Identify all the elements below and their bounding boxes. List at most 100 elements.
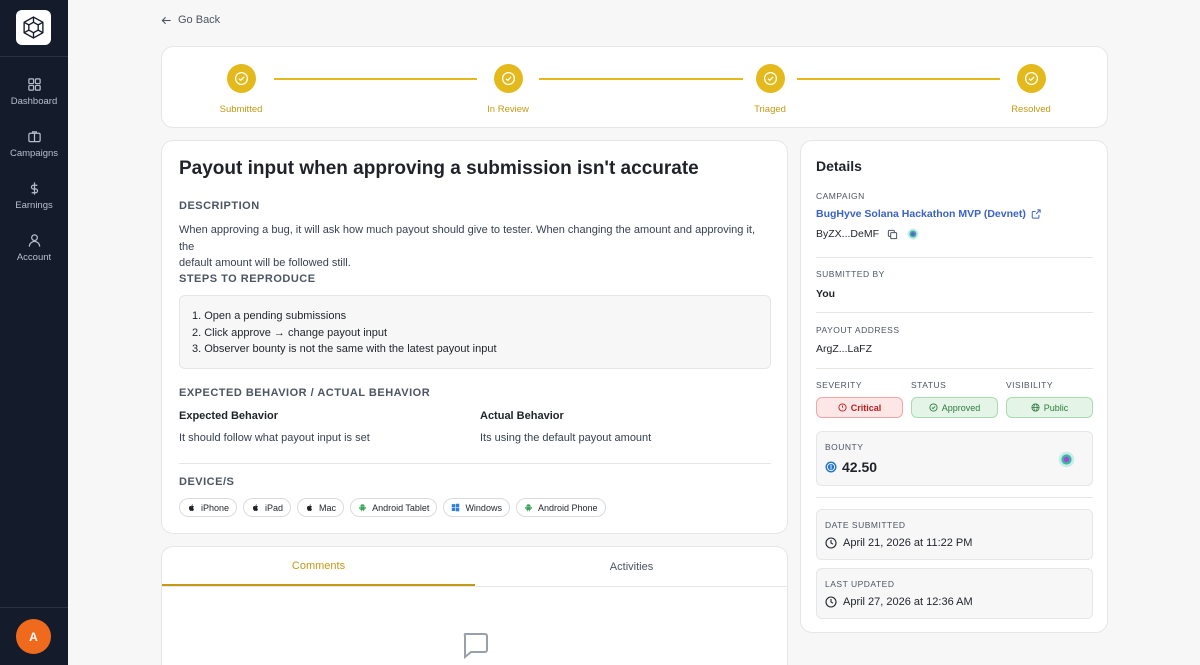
steps-heading: STEPS TO REPRODUCE: [179, 273, 316, 285]
step-connector: [274, 78, 477, 80]
campaign-label: CAMPAIGN: [816, 191, 865, 201]
device-label: Mac: [319, 502, 337, 513]
severity-badge: Critical: [816, 397, 903, 418]
status-value: Approved: [941, 402, 981, 413]
alert-circle-icon: [838, 403, 847, 412]
device-chip-android-phone[interactable]: Android Phone: [515, 498, 606, 517]
apple-icon: [188, 504, 194, 511]
device-label: iPad: [265, 502, 284, 513]
sidebar-divider: [0, 607, 68, 608]
go-back-label: Go Back: [178, 14, 221, 26]
message-square-icon: [463, 633, 488, 660]
last-updated-label: LAST UPDATED: [825, 579, 895, 589]
date-submitted-value: April 21, 2026 at 11:22 PM: [843, 537, 973, 549]
date-submitted-row: April 21, 2026 at 11:22 PM: [825, 537, 972, 549]
last-updated-box: LAST UPDATED April 27, 2026 at 12:36 AM: [816, 568, 1093, 619]
device-label: Android Tablet: [372, 502, 430, 513]
step-item: 3. Observer bounty is not the same with …: [192, 343, 497, 355]
comments-activities-card: Comments Activities: [161, 546, 788, 665]
sidebar-item-label: Campaigns: [9, 148, 59, 159]
hive-logo-icon: [23, 16, 44, 39]
sidebar-item-label: Dashboard: [10, 96, 58, 107]
status-label: STATUS: [911, 380, 947, 390]
sidebar: Dashboard Campaigns Earnings Account A: [0, 0, 68, 665]
status-badge: Approved: [911, 397, 998, 418]
description-line: When approving a bug, it will ask how mu…: [179, 224, 756, 253]
step-in-review: In Review: [468, 64, 548, 115]
visibility-badge: Public: [1006, 397, 1093, 418]
sidebar-item-account[interactable]: Account: [0, 233, 68, 277]
avatar[interactable]: A: [16, 619, 51, 654]
details-divider: [816, 257, 1093, 258]
check-circle-icon: [763, 71, 777, 86]
step-triaged: Triaged: [730, 64, 810, 115]
device-label: Windows: [465, 502, 502, 513]
submission-title: Payout input when approving a submission…: [179, 158, 699, 179]
tab-activities[interactable]: Activities: [475, 547, 788, 586]
check-circle-icon: [1024, 71, 1038, 86]
arrow-left-icon: [161, 16, 171, 24]
device-label: iPhone: [201, 502, 230, 513]
actual-behavior-label: Actual Behavior: [480, 410, 564, 422]
step-resolved: Resolved: [991, 64, 1071, 115]
expected-behavior-text: It should follow what payout input is se…: [179, 432, 370, 444]
description-heading: DESCRIPTION: [179, 200, 260, 212]
device-chip-ipad[interactable]: iPad: [243, 498, 292, 517]
submitted-by-label: SUBMITTED BY: [816, 269, 885, 279]
device-chip-windows[interactable]: Windows: [443, 498, 510, 517]
device-chip-android-tablet[interactable]: Android Tablet: [350, 498, 438, 517]
step-item: 1. Open a pending submissions: [192, 310, 347, 322]
campaign-address: ByZX...DeMF: [816, 228, 880, 240]
sidebar-item-campaigns[interactable]: Campaigns: [0, 129, 68, 173]
tab-comments[interactable]: Comments: [162, 547, 475, 586]
sidebar-divider: [0, 56, 68, 57]
step-item: 2. Click approve → change payout input: [192, 326, 388, 339]
device-chip-mac[interactable]: Mac: [297, 498, 345, 517]
globe-icon: [1031, 403, 1040, 412]
tabs-divider: [162, 586, 787, 587]
campaign-link[interactable]: BugHyve Solana Hackathon MVP (Devnet): [816, 208, 1041, 220]
sidebar-item-dashboard[interactable]: Dashboard: [0, 77, 68, 121]
steps-list: 1. Open a pending submissions 2. Click a…: [179, 295, 771, 369]
check-circle-icon: [929, 403, 938, 412]
campaign-address-row: ByZX...DeMF: [816, 228, 919, 240]
date-submitted-label: DATE SUBMITTED: [825, 520, 906, 530]
device-chip-iphone[interactable]: iPhone: [179, 498, 238, 517]
solana-token-icon: [907, 228, 919, 240]
windows-icon: [452, 503, 460, 512]
copy-icon[interactable]: [887, 229, 898, 240]
app-logo[interactable]: [16, 10, 51, 45]
step-submitted: Submitted: [201, 64, 281, 115]
payout-address-label: PAYOUT ADDRESS: [816, 325, 900, 335]
details-card: Details CAMPAIGN BugHyve Solana Hackatho…: [800, 140, 1108, 633]
payout-address-value: ArgZ...LaFZ: [816, 343, 873, 355]
actual-behavior-text: Its using the default payout amount: [480, 432, 652, 444]
step-label: Resolved: [1011, 104, 1051, 115]
briefcase-icon: [27, 131, 41, 143]
description-text: When approving a bug, it will ask how mu…: [179, 222, 771, 272]
apple-icon: [307, 504, 313, 511]
devices-heading: DEVICE/S: [179, 476, 235, 488]
last-updated-value: April 27, 2026 at 12:36 AM: [843, 596, 973, 608]
bounty-box: BOUNTY 42.50: [816, 431, 1093, 486]
severity-label: SEVERITY: [816, 380, 863, 390]
bounty-amount: 42.50: [825, 459, 877, 475]
expected-behavior-label: Expected Behavior: [179, 410, 279, 422]
details-title: Details: [816, 158, 862, 174]
step-check-circle: [755, 64, 785, 93]
go-back-link[interactable]: Go Back: [161, 14, 220, 26]
usdc-coin-icon: [825, 461, 837, 473]
description-line: default amount will be followed still.: [179, 257, 351, 269]
visibility-label: VISIBILITY: [1006, 380, 1054, 390]
step-check-circle: [493, 64, 523, 93]
submission-card: Payout input when approving a submission…: [161, 140, 788, 534]
progress-stepper: Submitted In Review Triaged Resolved: [161, 46, 1108, 128]
step-connector: [539, 78, 743, 80]
dollar-icon: [30, 182, 38, 195]
sidebar-item-earnings[interactable]: Earnings: [0, 181, 68, 225]
check-circle-icon: [234, 71, 248, 86]
solana-token-icon: [1058, 451, 1075, 468]
clock-icon: [825, 596, 837, 608]
step-check-circle: [226, 64, 256, 93]
details-divider: [816, 368, 1093, 369]
